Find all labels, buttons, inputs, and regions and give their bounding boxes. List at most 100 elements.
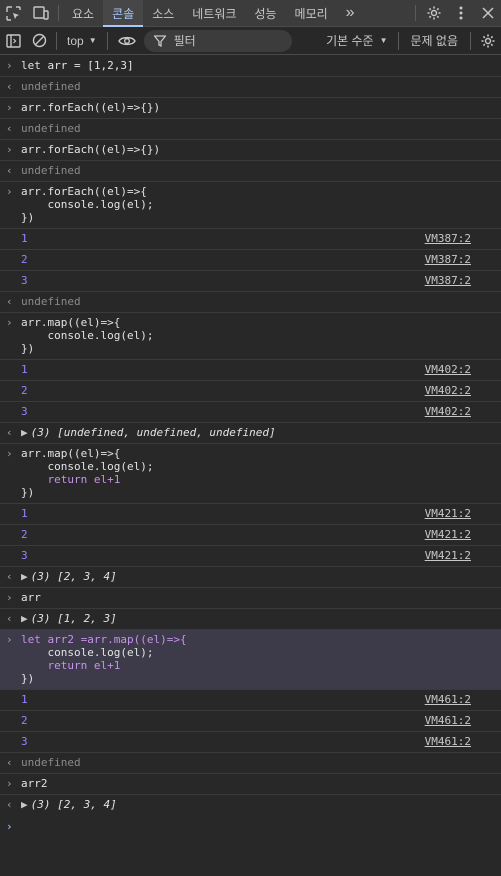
source-link[interactable]: VM402:2: [425, 363, 471, 376]
console-input[interactable]: › arr.map((el)=>{ console.log(el); }): [0, 313, 501, 360]
result-value: undefined: [21, 80, 81, 93]
console-log: 2 VM387:2: [0, 250, 501, 271]
input-code: arr.forEach((el)=>{: [21, 185, 147, 198]
source-link[interactable]: VM421:2: [425, 549, 471, 562]
console-input[interactable]: › arr.forEach((el)=>{}): [0, 98, 501, 119]
input-code: }): [21, 342, 35, 355]
input-code: console.log(el);: [21, 329, 154, 342]
tab-sources[interactable]: 소스: [143, 0, 183, 26]
console-result: ‹ undefined: [0, 119, 501, 140]
source-link[interactable]: VM387:2: [425, 232, 471, 245]
result-arrow-icon: ‹: [6, 798, 13, 811]
result-value: undefined: [21, 164, 81, 177]
divider: [58, 5, 59, 21]
tab-console[interactable]: 콘솔: [103, 0, 144, 27]
console-log: 2 VM421:2: [0, 525, 501, 546]
source-link[interactable]: VM421:2: [425, 507, 471, 520]
prompt-chevron-icon: ›: [6, 820, 13, 833]
more-options-icon[interactable]: [447, 0, 474, 26]
source-link[interactable]: VM421:2: [425, 528, 471, 541]
tab-label: 성능: [254, 6, 277, 21]
filter-input[interactable]: 필터: [143, 29, 292, 52]
log-value: 3: [21, 549, 28, 562]
log-value: 1: [21, 507, 28, 520]
inspect-element-icon[interactable]: [0, 0, 27, 26]
console-result[interactable]: ‹ ▶ (3) [undefined, undefined, undefined]: [0, 423, 501, 444]
tab-label: 콘솔: [112, 6, 135, 21]
divider: [415, 5, 416, 21]
divider: [56, 31, 57, 50]
source-link[interactable]: VM461:2: [425, 693, 471, 706]
tab-label: 요소: [72, 6, 95, 21]
console-input[interactable]: › arr2: [0, 774, 501, 795]
expand-triangle-icon[interactable]: ▶: [21, 570, 28, 583]
input-code: arr.map((el)=>{: [21, 447, 121, 460]
input-chevron-icon: ›: [6, 777, 13, 790]
issues-label: 문제 없음: [410, 34, 459, 48]
console-log: 1 VM402:2: [0, 360, 501, 381]
expand-triangle-icon[interactable]: ▶: [21, 798, 28, 811]
input-code: arr: [21, 591, 41, 604]
input-chevron-icon: ›: [6, 59, 13, 72]
input-code: arr.map((el)=>{: [21, 316, 121, 329]
log-value: 3: [21, 735, 28, 748]
source-link[interactable]: VM387:2: [425, 274, 471, 287]
result-value: (3) [1, 2, 3]: [30, 612, 117, 625]
input-code: console.log(el);: [21, 460, 154, 473]
result-arrow-icon: ‹: [6, 570, 13, 583]
expand-triangle-icon[interactable]: ▶: [21, 426, 28, 439]
input-code: console.log(el);: [21, 198, 154, 211]
more-tabs-button[interactable]: »: [337, 0, 364, 26]
log-value: 2: [21, 384, 28, 397]
console-result[interactable]: ‹ ▶ (3) [2, 3, 4]: [0, 795, 501, 816]
filter-icon: [153, 34, 166, 47]
live-expression-eye-icon[interactable]: [112, 27, 142, 55]
close-icon[interactable]: [474, 0, 501, 26]
console-input[interactable]: › arr.map((el)=>{ console.log(el); return…: [0, 444, 501, 504]
console-log: 1 VM461:2: [0, 690, 501, 711]
result-arrow-icon: ‹: [6, 295, 13, 308]
settings-icon[interactable]: [420, 0, 447, 26]
log-levels-label: 기본 수준: [326, 34, 374, 48]
log-value: 1: [21, 363, 28, 376]
log-levels-dropdown[interactable]: 기본 수준 ▼: [320, 32, 393, 49]
result-arrow-icon: ‹: [6, 756, 13, 769]
console-result: ‹ undefined: [0, 753, 501, 774]
input-code: }): [21, 486, 35, 499]
device-toolbar-icon[interactable]: [27, 0, 54, 26]
console-toolbar: top ▼ 필터 기본 수준 ▼ 문제 없음: [0, 27, 501, 55]
result-value: (3) [2, 3, 4]: [30, 570, 117, 583]
console-log: 2 VM461:2: [0, 711, 501, 732]
console-result[interactable]: ‹ ▶ (3) [1, 2, 3]: [0, 609, 501, 630]
clear-console-icon[interactable]: [26, 27, 52, 55]
input-chevron-icon: ›: [6, 447, 13, 460]
source-link[interactable]: VM402:2: [425, 405, 471, 418]
input-code: let arr2 =arr.map((el)=>{: [21, 633, 187, 646]
tab-memory[interactable]: 메모리: [286, 0, 337, 26]
console-input[interactable]: › arr.forEach((el)=>{}): [0, 140, 501, 161]
console-prompt[interactable]: ›: [0, 816, 501, 846]
tab-performance[interactable]: 성능: [245, 0, 285, 26]
console-input[interactable]: › arr: [0, 588, 501, 609]
input-chevron-icon: ›: [6, 633, 13, 646]
console-settings-icon[interactable]: [475, 27, 501, 55]
expand-triangle-icon[interactable]: ▶: [21, 612, 28, 625]
sidebar-toggle-icon[interactable]: [0, 27, 26, 55]
console-input[interactable]: › arr.forEach((el)=>{ console.log(el); }): [0, 182, 501, 229]
source-link[interactable]: VM387:2: [425, 253, 471, 266]
log-value: 3: [21, 405, 28, 418]
console-result[interactable]: ‹ ▶ (3) [2, 3, 4]: [0, 567, 501, 588]
console-log: 2 VM402:2: [0, 381, 501, 402]
source-link[interactable]: VM461:2: [425, 735, 471, 748]
log-value: 2: [21, 714, 28, 727]
context-selector[interactable]: top ▼: [61, 34, 103, 48]
tab-network[interactable]: 네트워크: [183, 0, 245, 26]
source-link[interactable]: VM402:2: [425, 384, 471, 397]
input-code: arr.forEach((el)=>{}): [21, 143, 161, 156]
source-link[interactable]: VM461:2: [425, 714, 471, 727]
console-input[interactable]: › let arr2 =arr.map((el)=>{ console.log(e…: [0, 630, 501, 690]
issues-button[interactable]: 문제 없음: [403, 32, 467, 49]
console-result: ‹ undefined: [0, 77, 501, 98]
console-input[interactable]: › let arr = [1,2,3]: [0, 56, 501, 77]
tab-elements[interactable]: 요소: [63, 0, 103, 26]
